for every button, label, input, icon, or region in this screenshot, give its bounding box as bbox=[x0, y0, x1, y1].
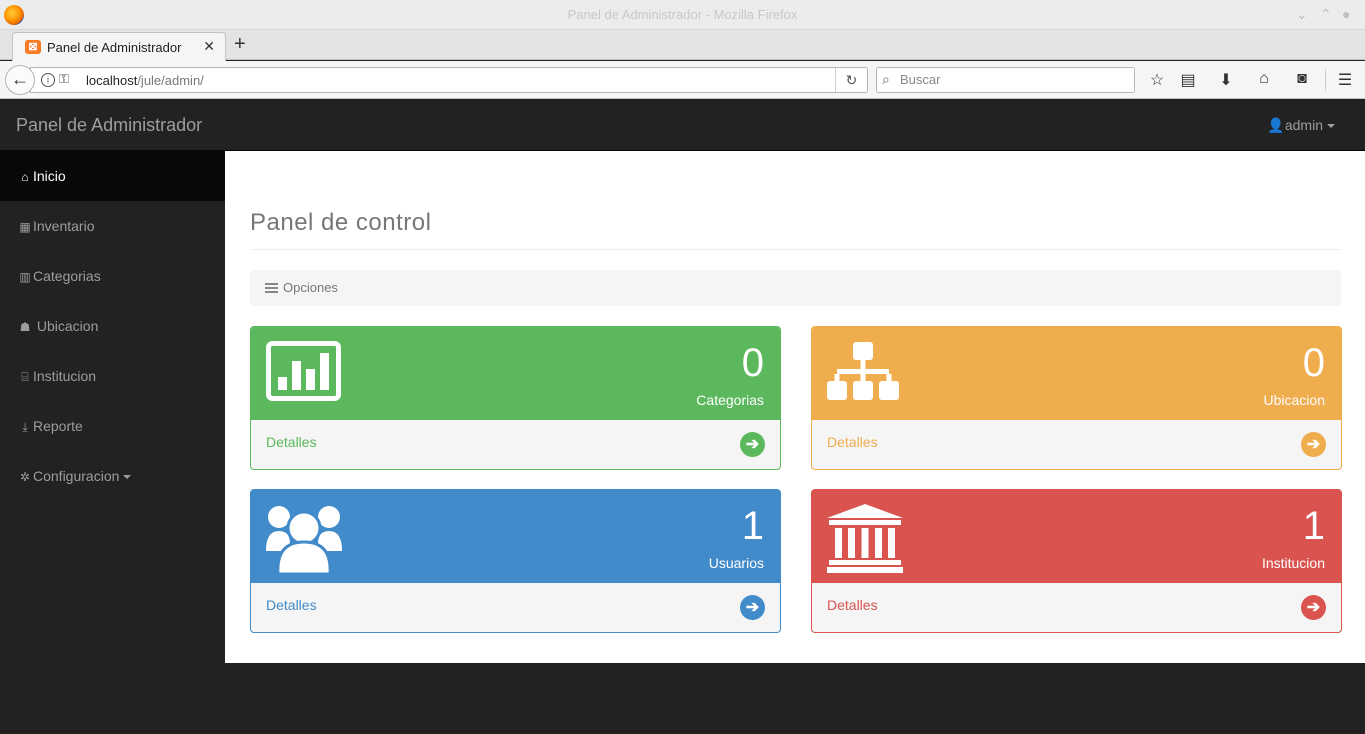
brand-link[interactable]: Panel de Administrador bbox=[16, 115, 202, 136]
window-titlebar: Panel de Administrador - Mozilla Firefox… bbox=[0, 0, 1365, 30]
panel-label: Institucion bbox=[1261, 555, 1325, 571]
sidebar-item-label: Reporte bbox=[33, 418, 83, 434]
page-footer-background bbox=[225, 663, 1365, 734]
home-icon: ⌂ bbox=[21, 170, 29, 184]
pocket-icon[interactable]: ◙ bbox=[1291, 70, 1313, 90]
search-bar[interactable]: ⌕ bbox=[876, 67, 1135, 93]
url-text[interactable]: localhost/jule/admin/ bbox=[86, 73, 204, 88]
details-link[interactable]: Detalles bbox=[827, 434, 878, 450]
users-icon bbox=[266, 506, 342, 574]
arrow-circle-right-icon[interactable]: ➔ bbox=[1301, 432, 1326, 457]
tab-panel-admin[interactable]: ⊠ Panel de Administrador ✕ bbox=[12, 32, 226, 61]
panel-usuarios: 1 Usuarios Detalles ➔ bbox=[250, 489, 781, 633]
main-content: Panel de control Opciones 0 Categorias D… bbox=[225, 151, 1365, 663]
user-menu[interactable]: 👤​admin bbox=[1267, 117, 1335, 134]
sidebar-item-inicio[interactable]: ⌂ Inicio bbox=[0, 151, 225, 201]
site-info-icon[interactable]: i bbox=[41, 73, 55, 87]
url-host: localhost bbox=[86, 73, 138, 88]
sidebar-item-label: Inicio bbox=[33, 168, 66, 184]
tab-label: Panel de Administrador bbox=[47, 40, 182, 55]
table-icon: ▦ bbox=[19, 220, 31, 234]
tab-strip: ⊠ Panel de Administrador ✕ + bbox=[0, 30, 1365, 61]
panel-footer-link[interactable]: Detalles ➔ bbox=[251, 420, 780, 469]
panel-count: 1 bbox=[1302, 504, 1325, 548]
panel-label: Usuarios bbox=[708, 555, 764, 571]
sidebar: ⌂ Inicio ▦ Inventario ▥ Categorias ☗ Ubicac… bbox=[0, 151, 225, 734]
back-button[interactable]: ← bbox=[5, 65, 35, 95]
gear-icon: ✲ bbox=[19, 470, 31, 484]
url-path: /jule/admin/ bbox=[137, 73, 204, 88]
breadcrumb-label: Opciones bbox=[283, 280, 338, 295]
arrow-circle-right-icon[interactable]: ➔ bbox=[740, 595, 765, 620]
details-link[interactable]: Detalles bbox=[827, 597, 878, 613]
caret-down-icon bbox=[1327, 124, 1335, 129]
arrow-circle-right-icon[interactable]: ➔ bbox=[740, 432, 765, 457]
panel-label: Categorias bbox=[696, 392, 764, 408]
list-icon bbox=[265, 283, 278, 293]
arrow-circle-right-icon[interactable]: ➔ bbox=[1301, 595, 1326, 620]
downloads-icon[interactable]: ⬇ bbox=[1215, 70, 1237, 90]
app-navbar: Panel de Administrador 👤​admin bbox=[0, 100, 1365, 151]
sidebar-item-categorias[interactable]: ▥ Categorias bbox=[0, 251, 225, 301]
bar-chart-icon bbox=[266, 341, 341, 401]
sidebar-item-label: Ubicacion bbox=[36, 318, 99, 334]
sitemap-icon: ☗ bbox=[19, 320, 31, 334]
new-tab-button[interactable]: + bbox=[234, 33, 246, 56]
caret-down-icon bbox=[123, 475, 132, 480]
page-title: Panel de control bbox=[250, 209, 432, 236]
panel-count: 1 bbox=[741, 504, 764, 548]
panel-footer-link[interactable]: Detalles ➔ bbox=[812, 420, 1341, 469]
panel-categorias: 0 Categorias Detalles ➔ bbox=[250, 326, 781, 470]
maximize-icon[interactable]: ⌃ bbox=[1320, 6, 1332, 23]
panel-institucion: 1 Institucion Detalles ➔ bbox=[811, 489, 1342, 633]
sidebar-item-institucion[interactable]: ⌸ Institucion bbox=[0, 351, 225, 401]
close-window-icon[interactable]: ● bbox=[1342, 6, 1350, 22]
xampp-favicon-icon: ⊠ bbox=[25, 40, 41, 54]
panel-heading: 0 Ubicacion bbox=[812, 327, 1341, 420]
panel-count: 0 bbox=[741, 341, 764, 385]
sidebar-item-reporte[interactable]: ⤓ Reporte bbox=[0, 401, 225, 451]
window-title: Panel de Administrador - Mozilla Firefox bbox=[567, 7, 798, 22]
minimize-icon[interactable]: ⌄ bbox=[1296, 6, 1308, 23]
reading-list-icon[interactable]: ▤ bbox=[1177, 70, 1199, 90]
panel-count: 0 bbox=[1302, 341, 1325, 385]
sidebar-item-configuracion[interactable]: ✲ Configuracion bbox=[0, 451, 225, 501]
user-name: admin bbox=[1284, 117, 1323, 133]
panel-heading: 1 Institucion bbox=[812, 490, 1341, 583]
url-bar[interactable]: i ⚿ localhost/jule/admin/ ↻ bbox=[30, 67, 868, 93]
user-icon: 👤 bbox=[1267, 117, 1285, 133]
sidebar-item-label: Institucion bbox=[33, 368, 97, 384]
search-input[interactable] bbox=[900, 72, 1120, 87]
institution-icon: ⌸ bbox=[21, 370, 29, 384]
menu-icon[interactable]: ☰ bbox=[1334, 70, 1356, 90]
sidebar-item-label: Inventario bbox=[33, 218, 95, 234]
bar-chart-icon: ▥ bbox=[19, 270, 31, 284]
key-icon[interactable]: ⚿ bbox=[59, 71, 69, 87]
panel-footer-link[interactable]: Detalles ➔ bbox=[251, 583, 780, 632]
bookmark-star-icon[interactable]: ☆ bbox=[1146, 70, 1168, 90]
panel-heading: 1 Usuarios bbox=[251, 490, 780, 583]
sidebar-item-label: Configuracion bbox=[33, 468, 120, 484]
tab-close-icon[interactable]: ✕ bbox=[203, 38, 215, 55]
search-icon: ⌕ bbox=[882, 71, 890, 87]
toolbar-separator bbox=[1325, 69, 1326, 91]
details-link[interactable]: Detalles bbox=[266, 434, 317, 450]
details-link[interactable]: Detalles bbox=[266, 597, 317, 613]
institution-icon bbox=[827, 504, 903, 573]
download-icon: ⤓ bbox=[22, 420, 28, 434]
back-arrow-icon: ← bbox=[11, 69, 29, 89]
sitemap-icon bbox=[827, 342, 899, 400]
home-icon[interactable]: ⌂ bbox=[1253, 70, 1275, 90]
panel-heading: 0 Categorias bbox=[251, 327, 780, 420]
panel-footer-link[interactable]: Detalles ➔ bbox=[812, 583, 1341, 632]
browser-toolbar: i ⚿ localhost/jule/admin/ ↻ ← ⌕ ☆ ▤ ⬇ ⌂ … bbox=[0, 61, 1365, 99]
sidebar-item-inventario[interactable]: ▦ Inventario bbox=[0, 201, 225, 251]
page-header: Panel de control bbox=[250, 209, 1341, 250]
reload-icon[interactable]: ↻ bbox=[835, 68, 867, 92]
sidebar-item-ubicacion[interactable]: ☗ Ubicacion bbox=[0, 301, 225, 351]
panel-ubicacion: 0 Ubicacion Detalles ➔ bbox=[811, 326, 1342, 470]
panel-label: Ubicacion bbox=[1263, 392, 1325, 408]
sidebar-item-label: Categorias bbox=[33, 268, 101, 284]
breadcrumb: Opciones bbox=[250, 270, 1341, 306]
